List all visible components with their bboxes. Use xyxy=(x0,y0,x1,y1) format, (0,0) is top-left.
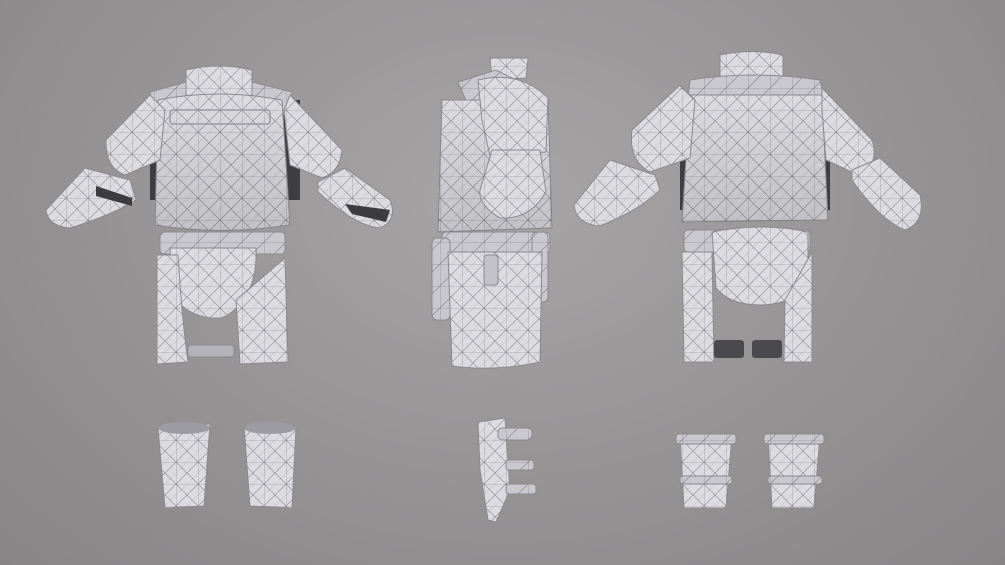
back-shin-guards xyxy=(675,433,825,509)
front-view-armor xyxy=(45,65,393,365)
side-pouch-front xyxy=(431,237,451,321)
render-viewport xyxy=(0,0,1005,565)
back-left-thigh xyxy=(681,251,715,363)
side-view-armor xyxy=(431,57,553,369)
front-shin-guard-right xyxy=(243,425,297,509)
back-left-upper-arm xyxy=(630,84,696,173)
front-shin-guard-left xyxy=(157,423,211,509)
armor-render xyxy=(45,51,922,523)
side-shin-guard xyxy=(477,417,537,523)
back-view-armor xyxy=(573,51,922,363)
back-right-forearm xyxy=(851,157,922,231)
back-shin-guard-left xyxy=(679,435,733,509)
back-shin-guard-right xyxy=(767,435,821,509)
front-right-upper-arm xyxy=(283,94,343,179)
front-shin-guards xyxy=(157,422,297,509)
side-upper-arm xyxy=(477,76,549,157)
back-right-upper-arm xyxy=(821,86,875,176)
